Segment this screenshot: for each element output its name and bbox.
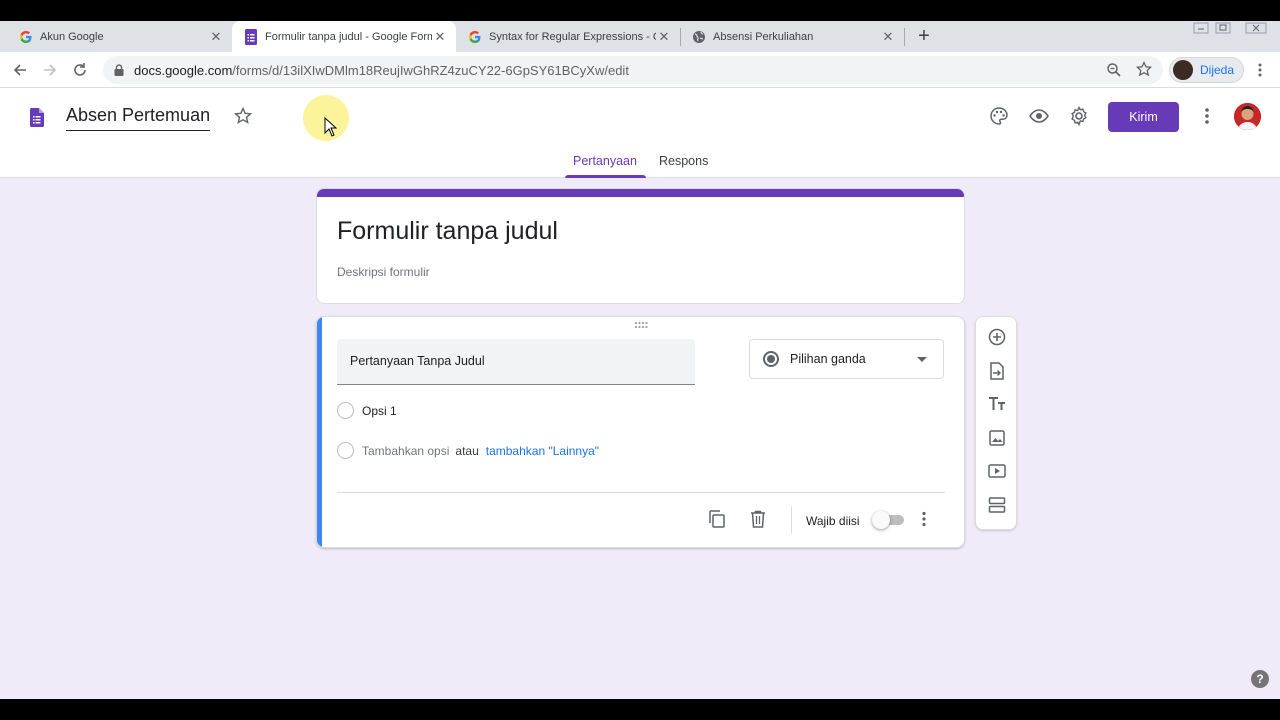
question-footer-divider [337,492,945,493]
browser-toolbar: docs.google.com/forms/d/13ilXIwDMlm18Reu… [0,52,1280,88]
document-title[interactable]: Absen Pertemuan [66,105,211,131]
globe-icon [691,29,707,45]
footer-separator [791,507,792,533]
close-tab-icon[interactable]: ✕ [432,29,448,45]
close-tab-icon[interactable]: ✕ [208,29,224,45]
bookmark-star-icon[interactable] [1135,60,1153,80]
new-tab-button[interactable]: + [914,26,934,47]
form-title-input[interactable]: Formulir tanpa judul [337,217,558,246]
browser-tab-akun-google[interactable]: Akun Google ✕ [0,21,232,52]
or-text: atau [455,443,479,458]
settings-gear-icon[interactable] [1068,105,1090,127]
window-close-icon[interactable] [1245,22,1267,37]
tab-separator [680,28,681,46]
question-card: Pertanyaan Tanpa Judul Pilihan ganda Ops… [316,316,965,548]
add-other-link[interactable]: tambahkan "Lainnya" [486,444,599,458]
floating-toolbar [975,316,1017,530]
tab-title: Akun Google [40,30,104,43]
help-icon[interactable]: ? [1251,670,1269,688]
tab-title: Absensi Perkuliahan [713,30,814,43]
browser-tab-regex-syntax[interactable]: Syntax for Regular Expressions - Go ✕ [456,21,680,52]
address-bar[interactable]: docs.google.com/forms/d/13ilXIwDMlm18Reu… [103,56,1163,84]
browser-tab-absensi[interactable]: Absensi Perkuliahan ✕ [680,21,904,52]
mouse-cursor-icon [324,116,338,142]
browser-tab-strip: Akun Google ✕ Formulir tanpa judul - Goo… [0,21,1280,52]
tab-responses[interactable]: Respons [659,154,708,168]
option-label-input[interactable]: Opsi 1 [362,404,397,418]
restore-icon[interactable] [1215,22,1231,37]
add-option-row: Tambahkan opsi atau tambahkan "Lainnya" [337,442,599,459]
google-g-icon [467,29,483,45]
question-more-icon[interactable] [913,508,935,530]
add-image-icon[interactable] [986,427,1008,449]
account-avatar[interactable] [1234,103,1261,130]
radio-button-icon [763,351,779,367]
tab-title: Syntax for Regular Expressions - Go [489,30,656,43]
toggle-knob [872,511,890,529]
question-type-dropdown[interactable]: Pilihan ganda [749,339,944,379]
google-forms-icon [243,28,259,45]
profile-chip[interactable]: Dijeda [1169,57,1244,83]
question-title-input[interactable]: Pertanyaan Tanpa Judul [337,339,695,385]
forms-app: Absen Pertemuan Kirim Pertanyaan Respons… [0,88,1280,699]
profile-avatar [1173,60,1193,80]
dropdown-caret-icon [917,357,927,362]
lock-icon [114,63,126,77]
more-options-icon[interactable] [1196,105,1218,127]
zoom-icon[interactable] [1106,62,1122,81]
accent-bar [317,189,964,197]
browser-menu-icon[interactable] [1252,62,1268,83]
required-label: Wajib diisi [806,514,860,528]
close-tab-icon[interactable]: ✕ [656,29,672,45]
browser-tab-google-forms[interactable]: Formulir tanpa judul - Google Formulir ✕ [232,21,456,52]
url-path: /forms/d/13ilXIwDMlm18ReujIwGhRZ4zuCY22-… [232,62,629,78]
preview-eye-icon[interactable] [1028,105,1050,127]
drag-handle-icon[interactable] [634,321,648,331]
profile-name: Dijeda [1200,63,1235,77]
palette-icon[interactable] [988,105,1010,127]
google-forms-logo-icon[interactable] [30,108,44,132]
forward-arrow-icon[interactable] [40,60,60,80]
delete-trash-icon[interactable] [747,508,769,530]
import-questions-icon[interactable] [986,360,1008,382]
forms-header: Absen Pertemuan Kirim Pertanyaan Respons [0,88,1280,178]
active-tab-indicator [565,175,646,178]
send-button[interactable]: Kirim [1108,102,1179,132]
tab-title: Formulir tanpa judul - Google Formulir [265,30,432,43]
minimize-icon[interactable] [1193,22,1209,37]
add-video-icon[interactable] [986,460,1008,482]
url-host: docs.google.com [134,62,233,78]
option-row: Opsi 1 [337,402,397,419]
add-option-link[interactable]: Tambahkan opsi [362,444,449,458]
add-title-text-icon[interactable] [986,393,1008,415]
active-question-bar [317,317,322,547]
form-description-input[interactable]: Deskripsi formulir [337,265,430,279]
back-arrow-icon[interactable] [10,60,30,80]
form-title-card: Formulir tanpa judul Deskripsi formulir [316,188,965,304]
google-g-icon [18,29,34,45]
required-toggle[interactable] [872,511,905,529]
screen: Akun Google ✕ Formulir tanpa judul - Goo… [0,0,1280,720]
add-question-icon[interactable] [986,326,1008,348]
duplicate-icon[interactable] [706,508,728,530]
option-radio-icon [337,402,354,419]
question-type-label: Pilihan ganda [790,352,866,366]
reload-icon[interactable] [70,60,90,80]
tab-separator [904,28,905,46]
star-icon[interactable] [233,106,253,130]
tab-questions[interactable]: Pertanyaan [573,154,637,168]
option-radio-icon [337,442,354,459]
add-section-icon[interactable] [986,494,1008,516]
close-tab-icon[interactable]: ✕ [880,29,896,45]
